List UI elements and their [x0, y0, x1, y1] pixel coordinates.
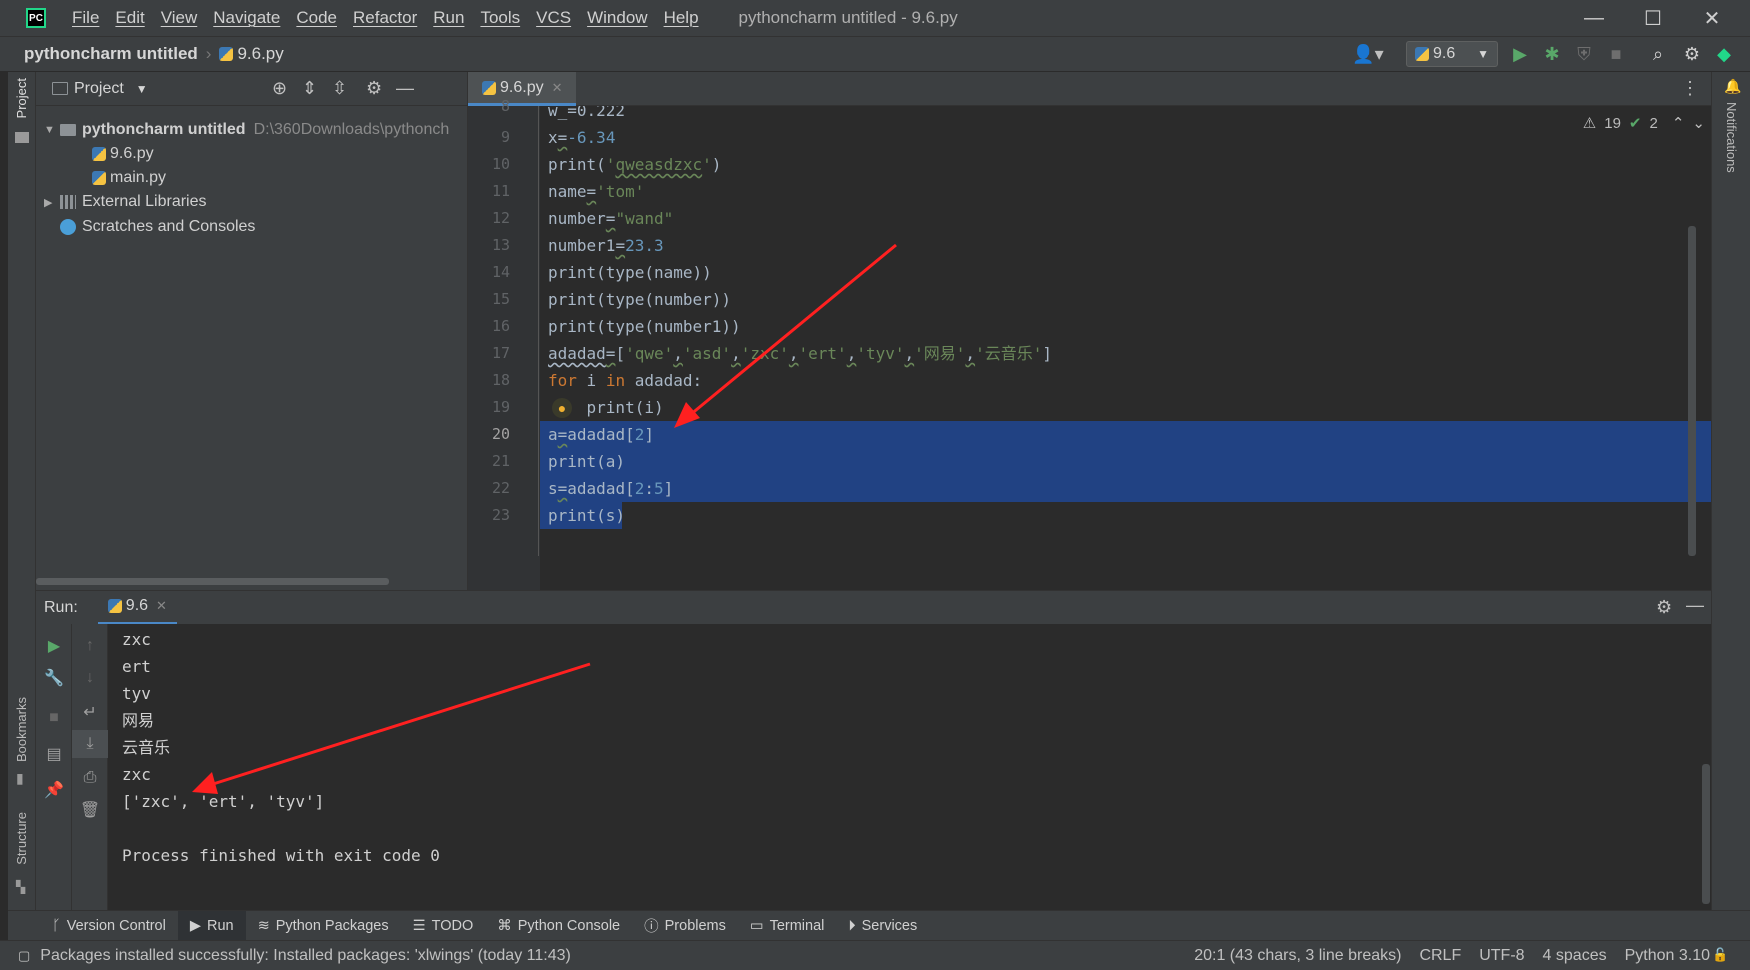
annotation-overlay	[192, 243, 897, 794]
annotation-arrow	[674, 243, 897, 428]
pycharm-window: PC File Edit View Navigate Code Refactor…	[0, 0, 1750, 970]
annotation-arrow	[192, 662, 591, 794]
